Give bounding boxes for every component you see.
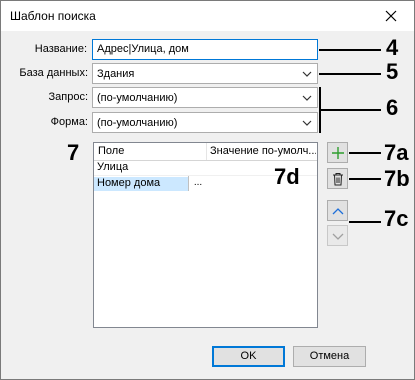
query-select-value: (по-умолчанию) — [97, 92, 178, 104]
chevron-down-icon — [302, 95, 312, 101]
close-button[interactable] — [368, 1, 414, 31]
callout-line-5 — [319, 73, 381, 75]
form-label: Форма: — [50, 116, 88, 128]
form-select[interactable]: (по-умолчанию) — [92, 112, 318, 133]
dialog-title: Шаблон поиска — [10, 9, 96, 23]
form-select-value: (по-умолчанию) — [97, 117, 178, 129]
callout-5: 5 — [386, 59, 399, 84]
database-label: База данных: — [19, 67, 88, 79]
column-header-field[interactable]: Поле — [98, 145, 202, 157]
trash-icon — [332, 172, 343, 185]
chevron-down-icon — [302, 120, 312, 126]
row-field-cell[interactable]: Улица — [97, 161, 205, 173]
chevron-down-icon — [302, 71, 312, 77]
delete-field-button[interactable] — [327, 168, 348, 189]
name-input-value: Адрес|Улица, дом — [97, 43, 189, 55]
callout-line-7c — [349, 221, 381, 223]
arrow-down-icon — [332, 233, 343, 240]
query-select[interactable]: (по-умолчанию) — [92, 87, 318, 108]
database-select-value: Здания — [97, 68, 135, 80]
move-down-button[interactable] — [327, 225, 348, 246]
add-field-button[interactable] — [327, 142, 348, 163]
callout-7b: 7b — [384, 166, 410, 191]
callout-6: 6 — [386, 95, 399, 120]
grid-header: Поле Значение по-умолч... — [94, 143, 317, 161]
callout-7d: 7d — [274, 164, 300, 189]
column-header-default-value[interactable]: Значение по-умолч... — [210, 145, 316, 157]
ok-button[interactable]: OK — [212, 346, 285, 367]
search-template-dialog: Шаблон поиска Название: Адрес|Улица, дом… — [0, 0, 415, 380]
callout-line-7a — [349, 152, 381, 154]
plus-icon — [331, 146, 344, 159]
row-field-cell[interactable]: Номер дома — [94, 177, 188, 191]
callout-line-4 — [319, 49, 381, 51]
callout-line-6 — [319, 109, 381, 111]
database-select[interactable]: Здания — [92, 63, 318, 84]
callout-7c: 7c — [384, 206, 409, 231]
close-icon — [385, 10, 397, 22]
move-up-button[interactable] — [327, 200, 348, 221]
column-divider[interactable] — [206, 143, 207, 160]
cancel-button[interactable]: Отмена — [293, 346, 366, 367]
callout-4: 4 — [386, 35, 399, 60]
arrow-up-icon — [332, 207, 343, 214]
callout-7a: 7a — [384, 140, 409, 165]
query-label: Запрос: — [48, 91, 88, 103]
callout-7: 7 — [67, 140, 80, 165]
name-input[interactable]: Адрес|Улица, дом — [92, 39, 318, 60]
title-bar[interactable]: Шаблон поиска — [1, 1, 414, 31]
name-label: Название: — [34, 43, 87, 55]
callout-line-7b — [349, 178, 381, 180]
row-ellipsis-button[interactable]: ... — [188, 176, 207, 191]
